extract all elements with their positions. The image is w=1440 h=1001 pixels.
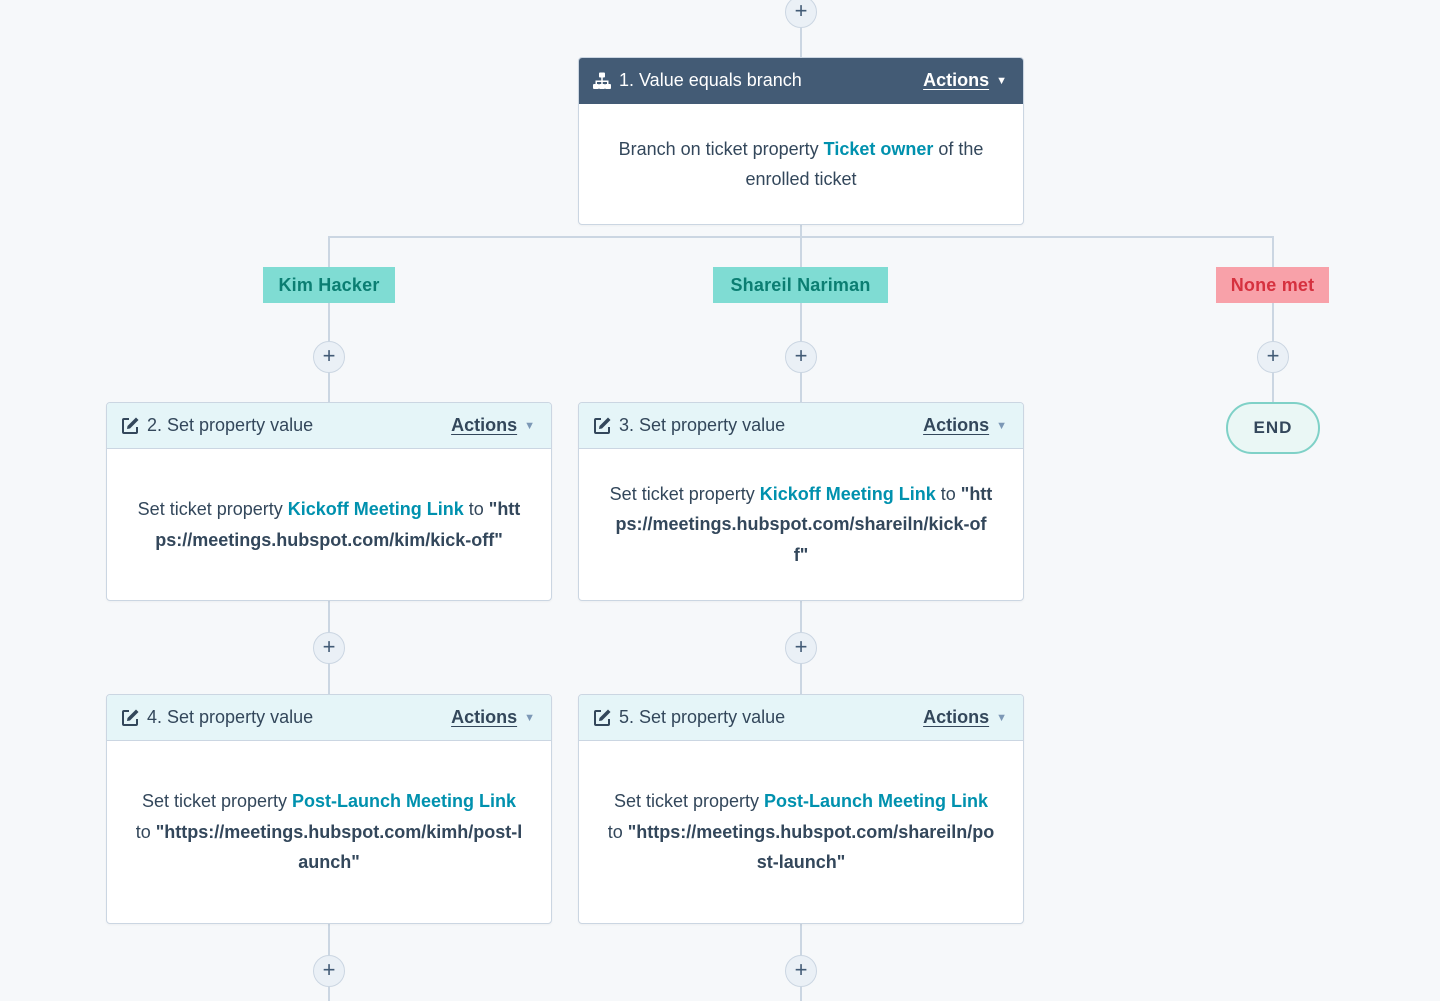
- card-title: 1. Value equals branch: [619, 70, 802, 90]
- card-title: 4. Set property value: [147, 707, 314, 727]
- property-link[interactable]: Kickoff Meeting Link: [288, 499, 464, 519]
- card-body: Branch on ticket property Ticket owner o…: [579, 104, 1023, 224]
- card-body: Set ticket property Kickoff Meeting Link…: [107, 449, 551, 600]
- branch-label-kim-hacker[interactable]: Kim Hacker: [263, 267, 395, 303]
- plus-icon: +: [794, 957, 808, 982]
- plus-icon: +: [794, 634, 808, 659]
- card-header: 5. Set property value Actions ▼: [579, 695, 1023, 741]
- card-title: 3. Set property value: [619, 415, 786, 435]
- edit-icon: [119, 415, 141, 437]
- actions-dropdown[interactable]: Actions: [451, 707, 517, 728]
- actions-dropdown[interactable]: Actions: [923, 707, 989, 728]
- body-text: Set ticket property: [137, 499, 288, 519]
- actions-dropdown[interactable]: Actions: [923, 415, 989, 436]
- card-header: 4. Set property value Actions ▼: [107, 695, 551, 741]
- property-link[interactable]: Kickoff Meeting Link: [760, 484, 936, 504]
- plus-icon: +: [322, 634, 336, 659]
- edit-icon: [591, 707, 613, 729]
- branch-icon: [591, 70, 613, 92]
- body-text: Set ticket property: [609, 483, 760, 504]
- card-title: 2. Set property value: [147, 415, 314, 435]
- body-text: Branch on ticket property: [618, 138, 824, 159]
- connector-mid-1: [800, 236, 802, 404]
- property-value: "https://meetings.hubspot.com/kimh/post-…: [155, 821, 523, 873]
- set-property-card-3[interactable]: 3. Set property value Actions ▼ Set tick…: [578, 402, 1024, 601]
- add-action-button-after-4[interactable]: +: [313, 955, 345, 987]
- plus-icon: +: [322, 957, 336, 982]
- caret-down-icon[interactable]: ▼: [524, 712, 535, 724]
- card-body: Set ticket property Kickoff Meeting Link…: [579, 449, 1023, 600]
- property-link[interactable]: Post-Launch Meeting Link: [764, 791, 988, 811]
- body-text: to: [607, 821, 628, 842]
- caret-down-icon[interactable]: ▼: [996, 712, 1007, 724]
- add-action-button-after-5[interactable]: +: [785, 955, 817, 987]
- set-property-card-2[interactable]: 2. Set property value Actions ▼ Set tick…: [106, 402, 552, 601]
- card-body: Set ticket property Post-Launch Meeting …: [107, 741, 551, 923]
- body-text: to: [463, 499, 489, 519]
- plus-icon: +: [794, 0, 808, 23]
- connector-right-1: [1272, 236, 1274, 404]
- caret-down-icon[interactable]: ▼: [996, 420, 1007, 432]
- add-action-button-none-met[interactable]: +: [1257, 341, 1289, 373]
- body-text: to: [135, 821, 156, 842]
- add-action-button-top[interactable]: +: [785, 0, 817, 28]
- property-link[interactable]: Post-Launch Meeting Link: [292, 791, 516, 811]
- plus-icon: +: [1266, 343, 1280, 368]
- property-link[interactable]: Ticket owner: [824, 139, 934, 159]
- branch-action-card[interactable]: 1. Value equals branch Actions ▼ Branch …: [578, 57, 1024, 225]
- add-action-button-kim[interactable]: +: [313, 341, 345, 373]
- card-header: 1. Value equals branch Actions ▼: [579, 58, 1023, 104]
- connector-left-1: [328, 236, 330, 404]
- body-text: Set ticket property: [141, 791, 293, 812]
- property-value: "https://meetings.hubspot.com/shareiln/p…: [627, 821, 995, 873]
- caret-down-icon[interactable]: ▼: [524, 420, 535, 432]
- card-title: 5. Set property value: [619, 707, 786, 727]
- card-header: 3. Set property value Actions ▼: [579, 403, 1023, 449]
- branch-label-none-met[interactable]: None met: [1216, 267, 1329, 303]
- caret-down-icon[interactable]: ▼: [996, 75, 1007, 87]
- add-action-button-shareil[interactable]: +: [785, 341, 817, 373]
- add-action-button-after-3[interactable]: +: [785, 632, 817, 664]
- edit-icon: [119, 707, 141, 729]
- card-header: 2. Set property value Actions ▼: [107, 403, 551, 449]
- body-text: to: [935, 483, 961, 504]
- set-property-card-4[interactable]: 4. Set property value Actions ▼ Set tick…: [106, 694, 552, 924]
- set-property-card-5[interactable]: 5. Set property value Actions ▼ Set tick…: [578, 694, 1024, 924]
- actions-dropdown[interactable]: Actions: [923, 70, 989, 91]
- edit-icon: [591, 415, 613, 437]
- plus-icon: +: [322, 343, 336, 368]
- end-node: END: [1226, 402, 1320, 454]
- body-text: Set ticket property: [613, 791, 765, 812]
- card-body: Set ticket property Post-Launch Meeting …: [579, 741, 1023, 923]
- add-action-button-after-2[interactable]: +: [313, 632, 345, 664]
- branch-label-shareil-nariman[interactable]: Shareil Nariman: [713, 267, 888, 303]
- actions-dropdown[interactable]: Actions: [451, 415, 517, 436]
- plus-icon: +: [794, 343, 808, 368]
